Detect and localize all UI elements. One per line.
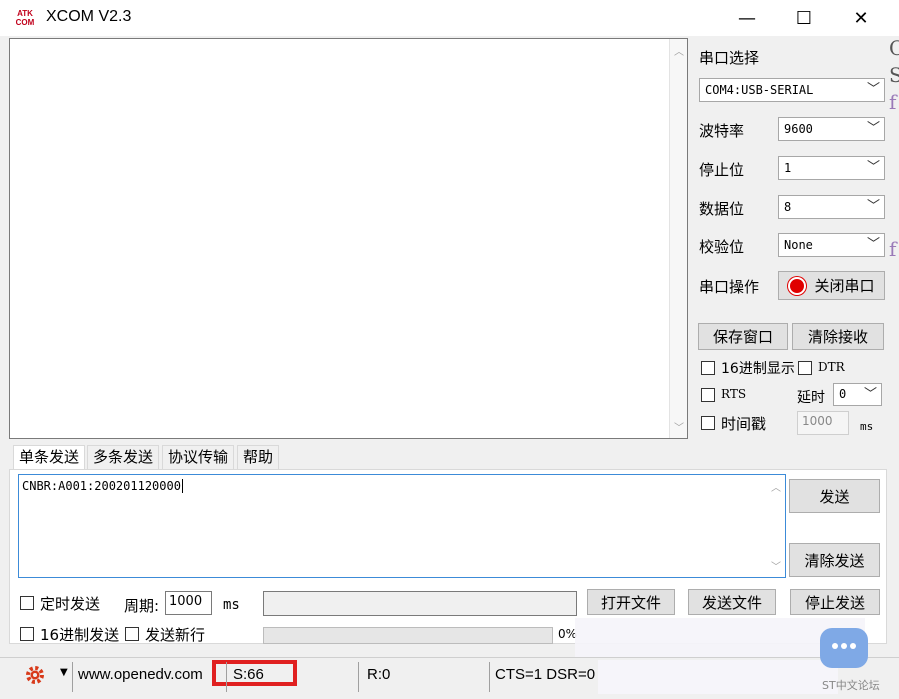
- timestamp-input[interactable]: 1000: [797, 411, 849, 435]
- clear-receive-button[interactable]: 清除接收: [792, 323, 884, 350]
- scroll-down-icon[interactable]: ﹀: [767, 558, 785, 573]
- parity-label: 校验位: [699, 238, 745, 256]
- received-count: R:0: [367, 666, 391, 683]
- tab-protocol[interactable]: 协议传输: [162, 445, 235, 470]
- scroll-up-icon[interactable]: ︿: [670, 43, 688, 58]
- file-path-field[interactable]: [263, 591, 577, 616]
- hex-send-label: 16进制发送: [40, 626, 120, 644]
- website-link[interactable]: www.openedv.com: [78, 666, 203, 683]
- status-divider: [226, 662, 227, 692]
- blurred-overlay: [598, 660, 838, 694]
- baud-select[interactable]: 9600 ﹀: [778, 117, 885, 141]
- close-port-button[interactable]: 关闭串口: [778, 271, 885, 300]
- port-status-icon: [788, 276, 807, 295]
- open-file-button[interactable]: 打开文件: [587, 589, 675, 615]
- background-window-text: C S f f: [889, 36, 899, 261]
- scroll-up-icon[interactable]: ︿: [767, 479, 785, 494]
- rts-checkbox[interactable]: [701, 388, 715, 402]
- chevron-down-icon: ﹀: [863, 387, 877, 402]
- period-unit: ms: [223, 597, 240, 613]
- timestamp-label: 时间戳: [721, 415, 767, 433]
- chevron-down-icon: ﹀: [866, 237, 880, 252]
- send-progress-bar: [263, 627, 553, 644]
- timestamp-checkbox[interactable]: [701, 416, 715, 430]
- timestamp-unit: ms: [860, 420, 874, 433]
- minimize-button[interactable]: —: [719, 0, 775, 36]
- port-op-label: 串口操作: [699, 278, 760, 296]
- stopbits-label: 停止位: [699, 161, 745, 179]
- chevron-down-icon: ﹀: [866, 121, 880, 136]
- receive-area[interactable]: ︿ ﹀: [9, 38, 688, 439]
- period-input[interactable]: 1000: [165, 591, 212, 615]
- send-scrollbar[interactable]: ︿ ﹀: [767, 475, 785, 577]
- close-button[interactable]: ✕: [833, 0, 889, 36]
- hex-display-checkbox[interactable]: [701, 361, 715, 375]
- text-cursor: [181, 479, 183, 493]
- chevron-down-icon: ﹀: [866, 199, 880, 214]
- tab-help[interactable]: 帮助: [237, 445, 280, 470]
- delay-select[interactable]: 0 ﹀: [833, 383, 882, 406]
- stop-send-button[interactable]: 停止发送: [790, 589, 880, 615]
- tab-single-send[interactable]: 单条发送: [13, 445, 86, 470]
- signal-status: CTS=1 DSR=0: [495, 666, 596, 683]
- timed-send-label: 定时发送: [40, 595, 101, 613]
- watermark-text: ST中文论坛: [822, 679, 880, 692]
- parity-select[interactable]: None ﹀: [778, 233, 885, 257]
- chat-bubble-icon: [820, 628, 868, 668]
- save-window-button[interactable]: 保存窗口: [698, 323, 788, 350]
- status-divider: [489, 662, 490, 692]
- receive-scrollbar[interactable]: ︿ ﹀: [669, 39, 687, 438]
- period-label: 周期:: [124, 597, 160, 615]
- sent-count: S:66: [233, 666, 264, 683]
- hex-send-checkbox[interactable]: [20, 627, 34, 641]
- rts-label: RTS: [721, 387, 747, 401]
- window-title: XCOM V2.3: [46, 8, 132, 25]
- newline-label: 发送新行: [145, 626, 206, 644]
- databits-label: 数据位: [699, 200, 745, 218]
- port-select-label: 串口选择: [699, 49, 760, 67]
- send-file-button[interactable]: 发送文件: [688, 589, 776, 615]
- status-divider: [72, 662, 73, 692]
- delay-label: 延时: [797, 390, 825, 406]
- app-logo: ATK COM: [15, 9, 35, 27]
- port-select[interactable]: COM4:USB-SERIAL ﹀: [699, 78, 885, 102]
- newline-checkbox[interactable]: [125, 627, 139, 641]
- chevron-down-icon: ﹀: [866, 82, 880, 97]
- dtr-label: DTR: [818, 360, 845, 374]
- dropdown-arrow-icon[interactable]: ▼: [60, 667, 68, 678]
- maximize-button[interactable]: ☐: [776, 0, 832, 36]
- scroll-down-icon[interactable]: ﹀: [670, 419, 688, 434]
- gear-icon[interactable]: [24, 664, 46, 686]
- dtr-checkbox[interactable]: [798, 361, 812, 375]
- send-input[interactable]: CNBR:A001:200201120000 ︿ ﹀: [18, 474, 786, 578]
- hex-display-label: 16进制显示: [721, 361, 795, 377]
- status-divider: [358, 662, 359, 692]
- send-button[interactable]: 发送: [789, 479, 880, 513]
- clear-send-button[interactable]: 清除发送: [789, 543, 880, 577]
- chevron-down-icon: ﹀: [866, 160, 880, 175]
- timed-send-checkbox[interactable]: [20, 596, 34, 610]
- stopbits-select[interactable]: 1 ﹀: [778, 156, 885, 180]
- databits-select[interactable]: 8 ﹀: [778, 195, 885, 219]
- baud-label: 波特率: [699, 122, 745, 140]
- tab-multi-send[interactable]: 多条发送: [87, 445, 160, 470]
